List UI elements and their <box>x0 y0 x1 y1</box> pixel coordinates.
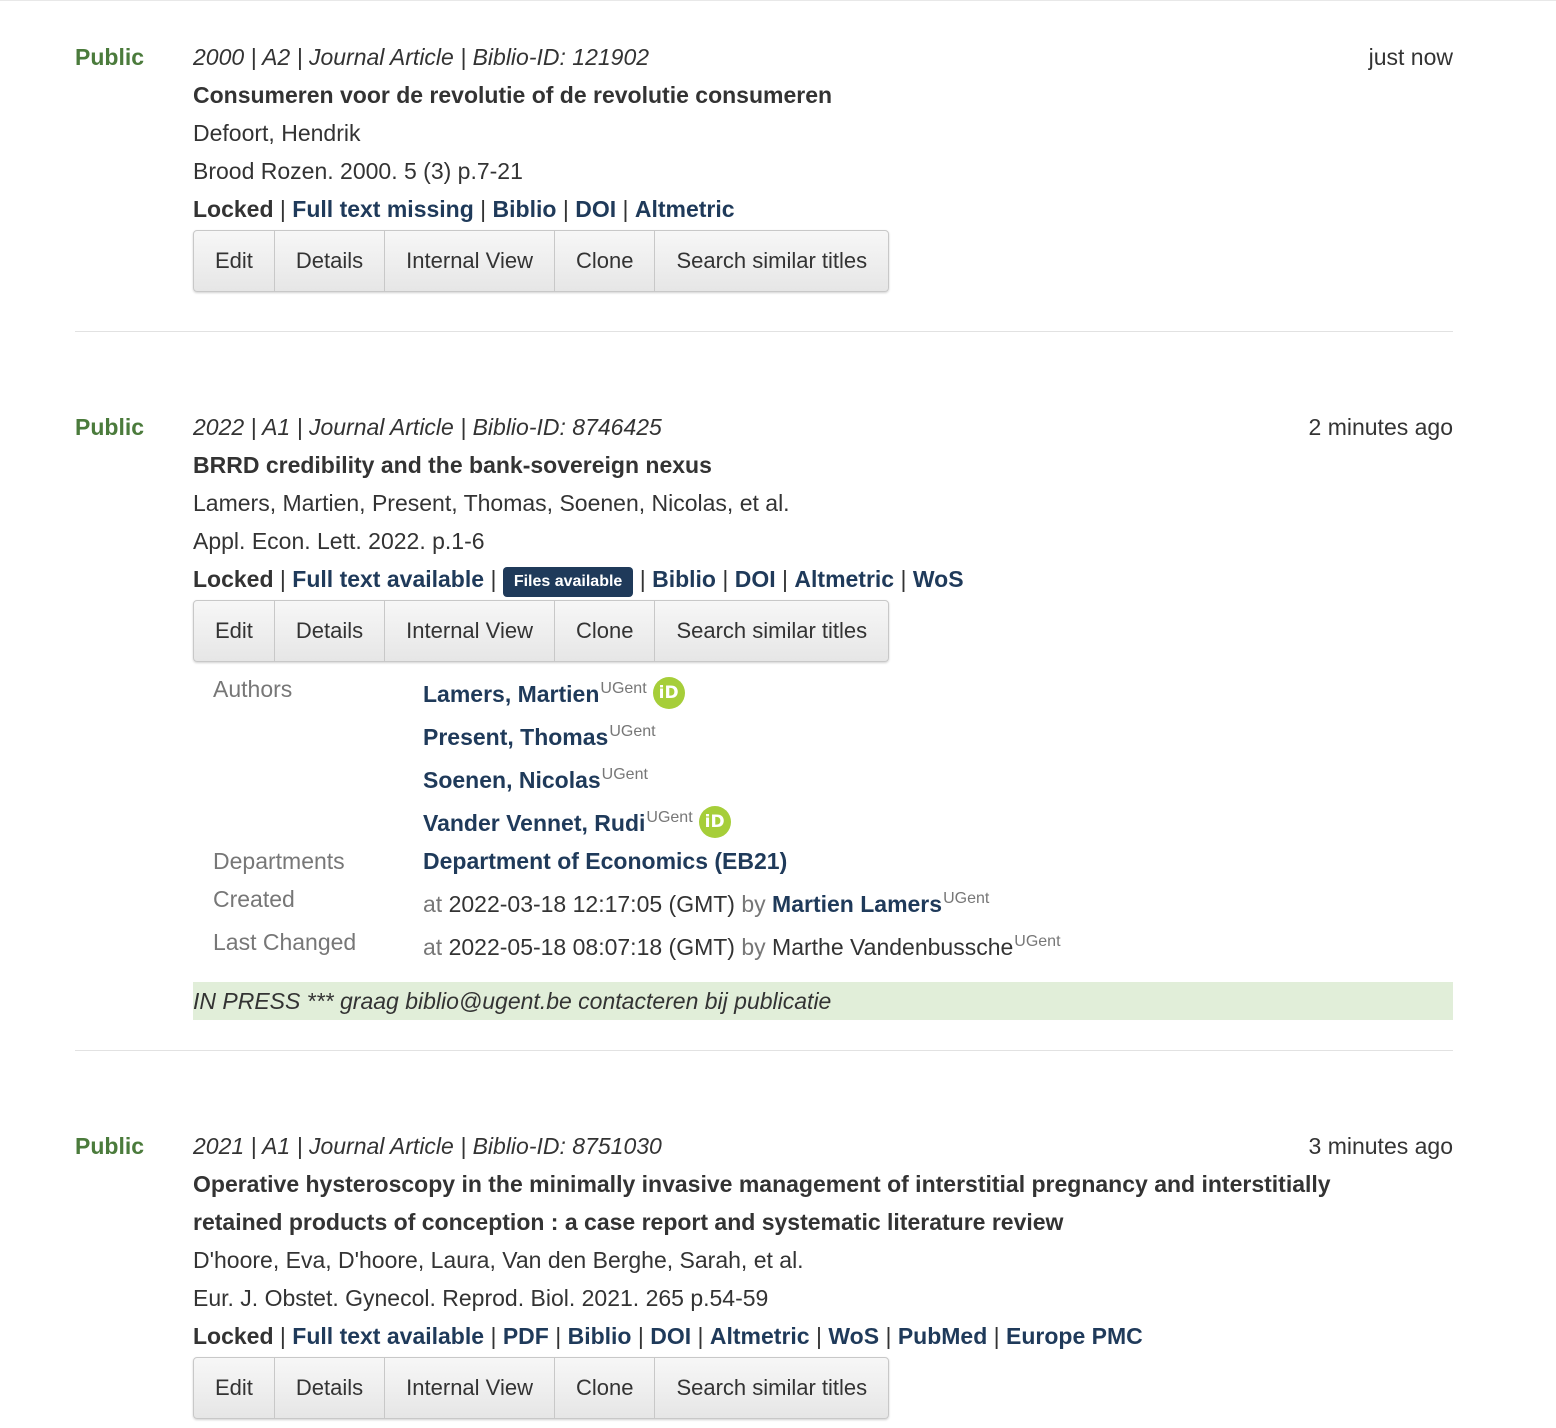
action-button-group: Edit Details Internal View Clone Search … <box>193 1357 890 1419</box>
affiliation-tag: UGent <box>646 809 693 826</box>
changed-at-word: at <box>423 934 443 960</box>
last-changed-label: Last Changed <box>213 929 357 955</box>
locked-label: Locked <box>193 566 274 592</box>
wos-link[interactable]: WoS <box>913 566 964 592</box>
edit-button[interactable]: Edit <box>194 1358 274 1418</box>
record-title: BRRD credibility and the bank-sovereign … <box>193 452 712 478</box>
europe-pmc-link[interactable]: Europe PMC <box>1006 1323 1143 1349</box>
doi-link[interactable]: DOI <box>575 196 616 222</box>
doi-link[interactable]: DOI <box>650 1323 691 1349</box>
action-button-group: Edit Details Internal View Clone Search … <box>193 230 890 292</box>
fulltext-missing-link[interactable]: Full text missing <box>292 196 473 222</box>
department-link[interactable]: Department of Economics (EB21) <box>423 848 787 874</box>
record-links: Locked | Full text missing | Biblio | DO… <box>193 196 735 222</box>
details-button[interactable]: Details <box>273 1358 384 1418</box>
details-button[interactable]: Details <box>273 601 384 661</box>
action-button-group: Edit Details Internal View Clone Search … <box>193 600 890 662</box>
affiliation-tag: UGent <box>601 766 648 783</box>
altmetric-link[interactable]: Altmetric <box>794 566 894 592</box>
changed-by-word: by <box>741 934 766 960</box>
record-source: Eur. J. Obstet. Gynecol. Reprod. Biol. 2… <box>193 1285 769 1311</box>
time-ago: 3 minutes ago <box>1308 1133 1453 1159</box>
fulltext-available-link[interactable]: Full text available <box>292 566 484 592</box>
record-divider <box>75 331 1453 332</box>
search-similar-button[interactable]: Search similar titles <box>654 601 888 661</box>
status-label: Public <box>75 44 145 70</box>
search-similar-button[interactable]: Search similar titles <box>654 1358 888 1418</box>
affiliation-tag: UGent <box>600 680 647 697</box>
affiliation-tag: UGent <box>1014 933 1061 950</box>
status-label: Public <box>75 414 145 440</box>
record-title: Operative hysteroscopy in the minimally … <box>193 1171 1331 1235</box>
details-button[interactable]: Details <box>273 231 384 291</box>
altmetric-link[interactable]: Altmetric <box>635 196 735 222</box>
edit-button[interactable]: Edit <box>194 231 274 291</box>
locked-label: Locked <box>193 196 274 222</box>
created-label: Created <box>213 886 295 912</box>
created-user-link[interactable]: Martien Lamers <box>772 891 942 917</box>
edit-button[interactable]: Edit <box>194 601 274 661</box>
changed-date: 2022-05-18 08:07:18 (GMT) <box>448 934 735 960</box>
author-link[interactable]: Vander Vennet, Rudi <box>423 810 645 836</box>
clone-button[interactable]: Clone <box>553 1358 654 1418</box>
record-links: Locked | Full text available | Files ava… <box>193 560 1453 598</box>
author-link[interactable]: Lamers, Martien <box>423 681 599 707</box>
record-note: IN PRESS *** graag biblio@ugent.be conta… <box>193 982 1453 1020</box>
biblio-link[interactable]: Biblio <box>493 196 557 222</box>
record-meta: 2022 | A1 | Journal Article | Biblio-ID:… <box>193 414 662 440</box>
altmetric-link[interactable]: Altmetric <box>710 1323 810 1349</box>
record-details: Authors Lamers, MartienUGent iD Present, … <box>213 670 1453 966</box>
changed-user: Marthe Vandenbussche <box>772 934 1014 960</box>
authors-row: Authors Lamers, MartienUGent iD Present, … <box>213 670 1453 842</box>
record-meta: 2021 | A1 | Journal Article | Biblio-ID:… <box>193 1133 662 1159</box>
authors-list: Lamers, MartienUGent iD Present, ThomasUG… <box>423 670 731 842</box>
record-authors: Defoort, Hendrik <box>193 120 361 146</box>
record-authors: Lamers, Martien, Present, Thomas, Soenen… <box>193 490 790 516</box>
internal-view-button[interactable]: Internal View <box>384 1358 554 1418</box>
status-label: Public <box>75 1133 145 1159</box>
created-date: 2022-03-18 12:17:05 (GMT) <box>448 891 735 917</box>
created-at-word: at <box>423 891 443 917</box>
internal-view-button[interactable]: Internal View <box>384 231 554 291</box>
biblio-link[interactable]: Biblio <box>652 566 716 592</box>
record-source: Appl. Econ. Lett. 2022. p.1-6 <box>193 528 485 554</box>
time-ago: 2 minutes ago <box>1308 414 1453 440</box>
departments-label: Departments <box>213 848 345 874</box>
created-row: Created at 2022-03-18 12:17:05 (GMT) by … <box>213 880 1453 923</box>
record-authors: D'hoore, Eva, D'hoore, Laura, Van den Be… <box>193 1247 804 1273</box>
top-divider <box>0 0 1556 1</box>
biblio-link[interactable]: Biblio <box>568 1323 632 1349</box>
created-by-word: by <box>741 891 766 917</box>
changed-row: Last Changed at 2022-05-18 08:07:18 (GMT… <box>213 923 1453 966</box>
record-divider <box>75 1050 1453 1051</box>
pdf-link[interactable]: PDF <box>503 1323 549 1349</box>
departments-row: Departments Department of Economics (EB2… <box>213 842 1453 880</box>
clone-button[interactable]: Clone <box>553 601 654 661</box>
pubmed-link[interactable]: PubMed <box>898 1323 987 1349</box>
search-similar-button[interactable]: Search similar titles <box>654 231 888 291</box>
record-links: Locked | Full text available | PDF | Bib… <box>193 1323 1143 1349</box>
record-title: Consumeren voor de revolutie of de revol… <box>193 82 833 108</box>
orcid-icon[interactable]: iD <box>652 677 685 709</box>
time-ago: just now <box>1368 44 1453 70</box>
record-item: Public 3 minutes ago 2021 | A1 | Journal… <box>75 1129 1453 1419</box>
authors-label: Authors <box>213 676 293 702</box>
wos-link[interactable]: WoS <box>828 1323 879 1349</box>
author-link[interactable]: Soenen, Nicolas <box>423 767 601 793</box>
record-item: Public 2 minutes ago 2022 | A1 | Journal… <box>75 410 1453 1020</box>
fulltext-available-link[interactable]: Full text available <box>292 1323 484 1349</box>
files-available-badge: Files available <box>502 567 634 597</box>
author-link[interactable]: Present, Thomas <box>423 724 608 750</box>
internal-view-button[interactable]: Internal View <box>384 601 554 661</box>
locked-label: Locked <box>193 1323 274 1349</box>
affiliation-tag: UGent <box>609 723 656 740</box>
record-source: Brood Rozen. 2000. 5 (3) p.7-21 <box>193 158 523 184</box>
record-item: Public just now 2000 | A2 | Journal Arti… <box>75 40 1453 292</box>
record-meta: 2000 | A2 | Journal Article | Biblio-ID:… <box>193 44 650 70</box>
orcid-icon[interactable]: iD <box>698 806 731 838</box>
doi-link[interactable]: DOI <box>735 566 776 592</box>
clone-button[interactable]: Clone <box>553 231 654 291</box>
affiliation-tag: UGent <box>943 890 990 907</box>
